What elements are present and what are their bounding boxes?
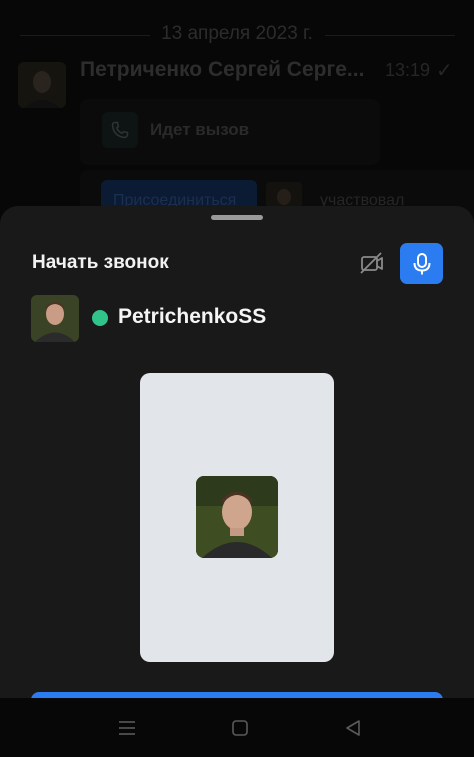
menu-icon[interactable] bbox=[112, 715, 142, 741]
user-avatar bbox=[31, 295, 79, 342]
sender-avatar[interactable] bbox=[18, 62, 66, 108]
message-sender: Петриченко Сергей Серге... bbox=[80, 58, 365, 81]
online-status-dot bbox=[92, 310, 108, 326]
phone-icon bbox=[102, 112, 138, 148]
message-time: 13:19 bbox=[385, 60, 431, 80]
screen: 13 апреля 2023 г. Петриченко Сергей Серг… bbox=[0, 0, 474, 757]
call-status: Идет вызов bbox=[150, 120, 250, 139]
microphone-icon bbox=[413, 252, 430, 274]
sheet-grabber[interactable] bbox=[211, 215, 263, 220]
date-separator: 13 апреля 2023 г. bbox=[161, 23, 313, 44]
camera-toggle-button[interactable] bbox=[354, 245, 390, 281]
read-check-icon: ✓ bbox=[436, 60, 453, 82]
chat-background: 13 апреля 2023 г. Петриченко Сергей Серг… bbox=[0, 0, 474, 240]
square-icon[interactable] bbox=[225, 715, 255, 741]
microphone-toggle-button[interactable] bbox=[400, 243, 443, 284]
sheet-title: Начать звонок bbox=[32, 252, 169, 273]
preview-avatar bbox=[196, 476, 278, 558]
back-triangle-icon[interactable] bbox=[338, 715, 368, 741]
video-off-icon bbox=[360, 252, 383, 274]
user-name: PetrichenkoSS bbox=[118, 305, 267, 328]
